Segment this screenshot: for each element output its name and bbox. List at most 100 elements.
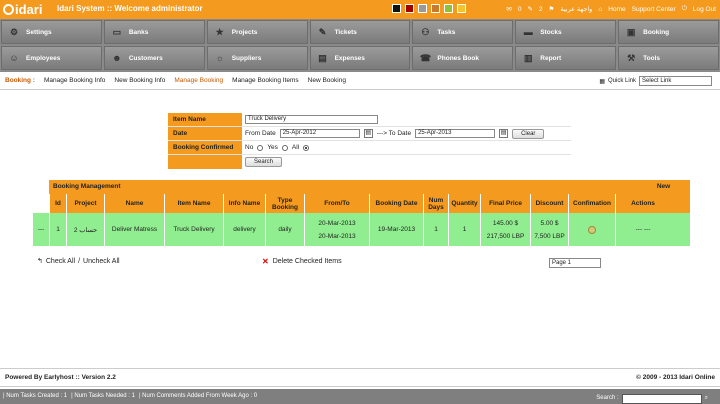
tools-icon: ⚒ (627, 53, 636, 63)
status-bar: | Num Tasks Created : 1 | Num Tasks Need… (0, 389, 720, 404)
new-link[interactable]: New (637, 180, 690, 194)
col-discount: Discount (530, 194, 568, 213)
confirmed-check-icon[interactable] (588, 225, 596, 234)
nav-item-settings[interactable]: ⚙ Settings (1, 20, 102, 44)
filter-form: Item Name Truck Delivery Date From Date … (168, 113, 571, 169)
nav-item-label: Tickets (334, 28, 357, 36)
search-icon[interactable]: ⌕ (705, 391, 708, 404)
nav-item-banks[interactable]: ▭ Banks (103, 20, 205, 44)
support-link[interactable]: Support Center (632, 6, 676, 13)
nav-item-tickets[interactable]: ✎ Tickets (309, 20, 411, 44)
nav-item-projects[interactable]: ★ Projects (206, 20, 308, 44)
clear-button[interactable]: Clear (512, 128, 545, 139)
delete-checked-link[interactable]: Delete Checked Items (273, 258, 342, 265)
arabic-link[interactable]: واجهة عربية (560, 5, 592, 13)
from-date-input[interactable]: 25-Apr-2012 (279, 129, 360, 138)
subnav-manage-booking-info[interactable]: Manage Booking Info (44, 77, 105, 84)
nav-item-stocks[interactable]: ▬ Stocks (515, 20, 617, 44)
messages-count: 0 (517, 5, 522, 13)
check-all-group: ↰ Check All / Uncheck All (37, 257, 120, 266)
nav-item-booking[interactable]: ▣ Booking (618, 20, 719, 44)
subnav-manage-booking[interactable]: Manage Booking (174, 77, 223, 84)
nav-item-label: Customers (128, 54, 163, 62)
item-name-select[interactable]: Truck Delivery (245, 115, 378, 124)
from-calendar-icon[interactable]: ▤ (363, 129, 373, 138)
nav-item-phones-book[interactable]: ☎ Phones Book (412, 46, 514, 70)
nav-item-tasks[interactable]: ⚇ Tasks (412, 20, 514, 44)
home-link[interactable]: Home (608, 6, 625, 13)
theme-swatch-3[interactable] (418, 4, 427, 13)
cell-item-name: Truck Delivery (164, 213, 223, 246)
logout-link[interactable]: Log Out (693, 6, 716, 13)
nav-item-employees[interactable]: ☺ Employees (1, 46, 102, 70)
nav-item-label: Banks (128, 28, 149, 36)
cell-from: 20-Mar-2013 (318, 219, 356, 227)
col-project: Project (66, 194, 104, 213)
nav-item-expenses[interactable]: ▤ Expenses (309, 46, 411, 70)
search-label: Search : (596, 395, 619, 401)
discount-lbp: 7,500 LBP (534, 232, 565, 240)
nav-item-tools[interactable]: ⚒ Tools (618, 46, 719, 70)
col-id: Id (49, 194, 66, 213)
home-icon: ⌂ (598, 5, 603, 13)
cell-num-days: 1 (423, 213, 448, 246)
nav-item-suppliers[interactable]: ☼ Suppliers (206, 46, 308, 70)
radio-all[interactable] (303, 144, 310, 151)
subnav-manage-booking-items[interactable]: Manage Booking Items (232, 77, 298, 84)
quick-link-select[interactable]: Select Link (639, 76, 712, 86)
table-row[interactable]: --- 1 2 حساب Deliver Matress Truck Deliv… (32, 213, 690, 246)
logout-icon: ⏻ (681, 5, 687, 12)
main-nav-grid: ⚙ Settings ▭ Banks ★ Projects ✎ Tickets ⚇ Tasks ▬ S… (0, 19, 720, 71)
nav-item-label: Stocks (540, 28, 562, 36)
idari-logo[interactable]: idari (3, 1, 43, 18)
nav-item-customers[interactable]: ☻ Customers (103, 46, 205, 70)
nav-item-label: Suppliers (231, 54, 262, 62)
table-header-row: Id Project Name Item Name Info Name Type… (49, 194, 690, 213)
top-bar: idari Idari System :: Welcome administra… (0, 0, 720, 19)
to-calendar-icon[interactable]: ▤ (499, 129, 509, 138)
theme-swatches (392, 4, 466, 13)
item-name-label: Item Name (168, 113, 242, 126)
quick-link: ▦ Quick Link Select Link (599, 76, 712, 86)
nav-item-label: Tools (643, 54, 660, 62)
bank-icon: ▭ (112, 27, 122, 37)
search-input[interactable] (621, 393, 702, 404)
delete-group: ✕ Delete Checked Items (262, 257, 342, 266)
theme-swatch-6[interactable] (457, 4, 466, 13)
theme-swatch-1[interactable] (392, 4, 401, 13)
tasks-icon: ⚇ (421, 27, 430, 37)
people-icon: ☺ (9, 53, 19, 63)
separator: / (78, 257, 81, 265)
nav-item-report[interactable]: ▥ Report (515, 46, 617, 70)
subnav-new-booking[interactable]: New Booking (308, 77, 346, 84)
cell-project: 2 حساب (66, 213, 104, 246)
subnav-new-booking-info[interactable]: New Booking Info (114, 77, 165, 84)
to-date-input[interactable]: 25-Apr-2013 (415, 129, 496, 138)
row-checkbox-placeholder[interactable]: --- (32, 213, 49, 246)
theme-swatch-2[interactable] (405, 4, 414, 13)
delete-icon[interactable]: ✕ (262, 257, 269, 266)
gear-icon: ⚙ (9, 27, 19, 37)
theme-swatch-4[interactable] (431, 4, 440, 13)
cell-final-price: 145.00 $ 217,500 LBP (480, 213, 530, 246)
check-all-link[interactable]: Check All (46, 258, 75, 265)
cell-booking-date: 19-Mar-2013 (369, 213, 423, 246)
tasks-icon[interactable]: ✎ (527, 5, 532, 13)
uncheck-all-link[interactable]: Uncheck All (83, 258, 120, 265)
arrow-up-left-icon: ↰ (37, 258, 43, 265)
col-quantity: Quantity (448, 194, 480, 213)
opt-all-label: All (291, 144, 300, 151)
page-select[interactable]: Page 1 (549, 258, 601, 268)
radio-yes[interactable] (281, 144, 288, 151)
col-info-name: Info Name (223, 194, 265, 213)
search-button[interactable]: Search (245, 157, 283, 167)
cell-actions[interactable]: --- --- (615, 213, 670, 246)
flag-icon: ⚑ (548, 6, 555, 13)
messages-icon[interactable]: ✉ (506, 5, 511, 13)
calculator-icon[interactable]: ▦ (599, 78, 605, 85)
price-lbp: 217,500 LBP (486, 232, 525, 240)
radio-no[interactable] (257, 144, 264, 151)
discount-usd: 5.00 $ (540, 219, 559, 227)
theme-swatch-5[interactable] (444, 4, 453, 13)
to-date-label: ---> To Date (376, 130, 412, 137)
